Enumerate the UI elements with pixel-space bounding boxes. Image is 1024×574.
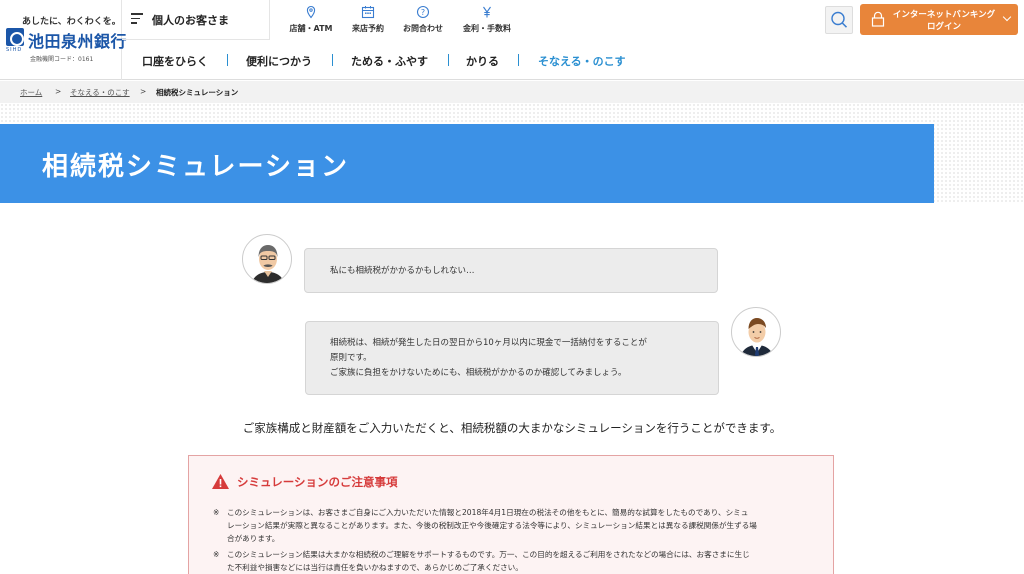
note-line: このシミュレーションは、お客さまご自身にご入力いただいた情報と2018年4月1日… bbox=[227, 508, 749, 517]
calendar-icon bbox=[361, 6, 375, 19]
breadcrumb-separator: > bbox=[55, 87, 62, 96]
note-line: レーション結果が実際と異なることがあります。また、今後の税制改正や今後確定する法… bbox=[227, 521, 757, 530]
login-label-line2: ログイン bbox=[926, 22, 961, 32]
category-menu-button[interactable]: 個人のお客さま bbox=[122, 0, 270, 40]
speech-bubble-customer: 私にも相続税がかかるかもしれない… bbox=[304, 248, 718, 293]
lead-text: ご家族構成と財産額をご入力いただくと、相続税額の大まかなシミュレーションを行うこ… bbox=[242, 421, 782, 435]
util-reservation[interactable]: 来店予約 bbox=[337, 0, 399, 40]
nav-convenient-use[interactable]: 便利につかう bbox=[246, 53, 312, 69]
util-rates-fees[interactable]: 金利・手数料 bbox=[456, 0, 518, 40]
nav-borrow[interactable]: かりる bbox=[466, 53, 499, 69]
breadcrumb-separator: > bbox=[140, 87, 147, 96]
search-button[interactable] bbox=[825, 6, 853, 34]
breadcrumb-prepare[interactable]: そなえる・のこす bbox=[70, 87, 130, 98]
yen-icon bbox=[483, 6, 491, 18]
map-pin-icon bbox=[306, 5, 316, 19]
hamburger-icon bbox=[131, 13, 143, 24]
bubble-text: 私にも相続税がかかるかもしれない… bbox=[330, 266, 475, 276]
older-man-icon bbox=[251, 245, 285, 283]
warning-icon bbox=[212, 474, 229, 489]
logo-mark-icon bbox=[6, 28, 24, 46]
util-label: 店舗・ATM bbox=[289, 24, 333, 33]
category-label: 個人のお客さま bbox=[152, 14, 229, 27]
bank-code: 金融機関コード：0161 bbox=[30, 56, 94, 63]
caution-box: シミュレーションのご注意事項 ※ このシミュレーションは、お客さまご自身にご入力… bbox=[188, 455, 834, 574]
site-header: あしたに、わくわくを。 SIHD 池田泉州銀行 金融機関コード：0161 個人の… bbox=[0, 0, 1024, 80]
note-line: 合があります。 bbox=[227, 534, 280, 543]
page-title: 相続税シミュレーション bbox=[42, 152, 349, 182]
note-line: た不利益や損害などには当行は責任を負いかねますので、あらかじめご了承ください。 bbox=[227, 563, 523, 572]
note-mark: ※ bbox=[213, 508, 220, 517]
breadcrumb: ホーム > そなえる・のこす > 相続税シミュレーション bbox=[0, 81, 1024, 103]
bubble-line: 原則です。 bbox=[330, 353, 372, 363]
nav-prepare-leave[interactable]: そなえる・のこす bbox=[538, 53, 625, 69]
advisor-avatar bbox=[731, 307, 781, 357]
bank-logo[interactable]: あしたに、わくわくを。 SIHD 池田泉州銀行 金融機関コード：0161 bbox=[0, 0, 127, 80]
bank-name: 池田泉州銀行 bbox=[28, 32, 128, 51]
nav-open-account[interactable]: 口座をひらく bbox=[142, 53, 208, 69]
businessman-icon bbox=[740, 318, 774, 356]
caution-note: ※ このシミュレーション結果は大まかな相続税のご理解をサポートするものです。万一… bbox=[213, 548, 813, 574]
lock-icon bbox=[871, 11, 885, 27]
util-inquiry[interactable]: ? お問合わせ bbox=[392, 0, 454, 40]
util-label: 金利・手数料 bbox=[463, 24, 511, 33]
title-band: 相続税シミュレーション bbox=[0, 124, 934, 203]
speech-bubble-advisor: 相続税は、相続が発生した日の翌日から10ヶ月以内に現金で一括納付をすることが 原… bbox=[305, 321, 719, 395]
bubble-line: 相続税は、相続が発生した日の翌日から10ヶ月以内に現金で一括納付をすることが bbox=[330, 338, 647, 348]
nav-divider bbox=[448, 54, 449, 66]
util-label: お問合わせ bbox=[403, 24, 443, 33]
search-icon bbox=[831, 11, 848, 28]
breadcrumb-current: 相続税シミュレーション bbox=[156, 88, 239, 97]
caution-note: ※ このシミュレーションは、お客さまご自身にご入力いただいた情報と2018年4月… bbox=[213, 506, 813, 545]
svg-text:?: ? bbox=[421, 8, 425, 17]
breadcrumb-home[interactable]: ホーム bbox=[20, 87, 42, 98]
nav-save-invest[interactable]: ためる・ふやす bbox=[351, 53, 428, 69]
global-nav: 口座をひらく 便利につかう ためる・ふやす かりる そなえる・のこす bbox=[122, 40, 1024, 80]
question-icon: ? bbox=[416, 5, 430, 19]
login-label-line1: インターネットバンキング bbox=[892, 10, 996, 20]
util-label: 来店予約 bbox=[352, 24, 384, 33]
note-mark: ※ bbox=[213, 550, 220, 559]
note-line: このシミュレーション結果は大まかな相続税のご理解をサポートするものです。万一、こ… bbox=[227, 550, 750, 559]
nav-divider bbox=[518, 54, 519, 66]
bubble-line: ご家族に負担をかけないためにも、相続税がかかるのか確認してみましょう。 bbox=[330, 368, 627, 378]
caution-title: シミュレーションのご注意事項 bbox=[237, 475, 398, 489]
logo-sub: SIHD bbox=[6, 47, 23, 53]
customer-avatar bbox=[242, 234, 292, 284]
chevron-down-icon bbox=[1002, 12, 1012, 22]
tagline: あしたに、わくわくを。 bbox=[22, 17, 121, 27]
nav-divider bbox=[332, 54, 333, 66]
nav-divider bbox=[227, 54, 228, 66]
util-branch-atm[interactable]: 店舗・ATM bbox=[280, 0, 342, 40]
internet-banking-login-button[interactable]: インターネットバンキング ログイン bbox=[860, 4, 1018, 35]
